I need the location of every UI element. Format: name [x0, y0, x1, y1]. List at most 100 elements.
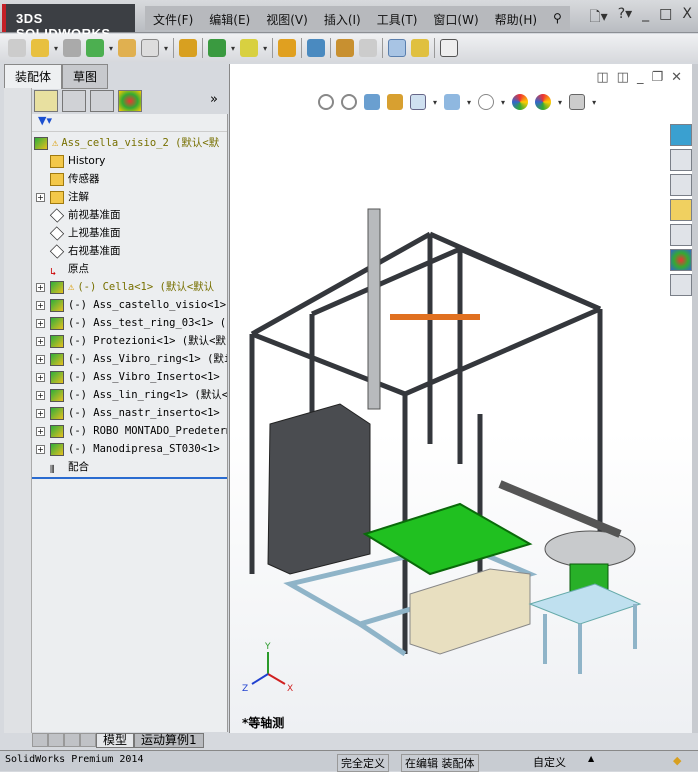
expand-toggle[interactable]: +	[36, 445, 45, 454]
property-manager-tab-icon[interactable]	[62, 90, 86, 112]
tree-item[interactable]: (-) Ass_test_ring_03<1> (	[50, 314, 226, 332]
svg-text:Y: Y	[264, 642, 271, 652]
expand-toggle[interactable]: +	[36, 355, 45, 364]
exploded-view-icon[interactable]	[336, 39, 355, 57]
mate-icon[interactable]	[63, 39, 82, 57]
menu-window[interactable]: 窗口(W)	[425, 6, 486, 30]
close-button[interactable]: X	[682, 6, 692, 30]
appearances-icon[interactable]	[670, 249, 692, 271]
last-tab-button[interactable]	[80, 733, 96, 747]
assembly-icon	[50, 334, 64, 348]
tree-item[interactable]: (-) Ass_Vibro_ring<1> (默i	[50, 350, 228, 368]
more-tabs-icon[interactable]: »	[210, 92, 218, 107]
expand-toggle[interactable]: +	[36, 283, 45, 292]
rollback-bar[interactable]	[32, 477, 227, 479]
left-icon-strip	[4, 88, 32, 733]
display-manager-tab-icon[interactable]	[118, 90, 142, 112]
vibro-bowl	[544, 530, 636, 568]
tree-item-label: 配合	[68, 461, 89, 473]
tree-item[interactable]: (-) Ass_Vibro_Inserto<1>	[50, 368, 220, 386]
instant3d-icon[interactable]	[388, 39, 407, 57]
assembly-features-icon[interactable]	[208, 39, 227, 57]
menu-view[interactable]: 视图(V)	[258, 6, 316, 30]
menu-edit[interactable]: 编辑(E)	[201, 6, 258, 30]
tag-icon[interactable]: ◆	[673, 754, 681, 767]
expand-toggle[interactable]: +	[36, 301, 45, 310]
pin-icon[interactable]: ⚲	[545, 6, 570, 30]
folder-icon[interactable]	[670, 199, 692, 221]
tab-model[interactable]: 模型	[96, 733, 135, 748]
definition-status: 完全定义	[337, 754, 389, 772]
view-orientation-label: *等轴测	[242, 716, 285, 730]
assembly-model[interactable]: Y X Z	[230, 64, 693, 733]
feature-manager-tab-icon[interactable]	[34, 90, 58, 112]
assembly-visualization-icon[interactable]	[440, 39, 459, 57]
help-icon[interactable]: ?▾	[618, 6, 632, 30]
solidworks-logo[interactable]: 3DS SOLIDWORKS	[2, 4, 135, 41]
tree-item[interactable]: (-) Manodipresa_ST030<1>	[50, 440, 220, 458]
file-explorer-icon[interactable]	[670, 174, 692, 196]
minimize-button[interactable]: _	[642, 6, 649, 30]
tree-item[interactable]: (-) Protezioni<1> (默认<默	[50, 332, 226, 350]
expand-toggle[interactable]: +	[36, 427, 45, 436]
reference-geometry-icon[interactable]	[240, 39, 259, 57]
solidworks-resources-icon[interactable]	[670, 124, 692, 146]
show-hidden-icon[interactable]	[179, 39, 198, 57]
expand-toggle[interactable]: +	[36, 391, 45, 400]
tree-item[interactable]: 上视基准面	[49, 224, 121, 242]
edit-component-icon[interactable]	[8, 39, 26, 57]
tree-item[interactable]: (-) Ass_lin_ring<1> (默认<	[50, 386, 227, 404]
expand-toggle[interactable]: +	[36, 337, 45, 346]
tree-item[interactable]: (-) ROBO MONTADO_Predeterm	[50, 422, 227, 440]
explode-line-icon[interactable]	[359, 39, 378, 57]
plane-icon	[49, 207, 65, 223]
maximize-button[interactable]: □	[659, 6, 672, 30]
units-selector[interactable]: 自定义	[533, 754, 566, 770]
vertical-scrollbar[interactable]	[692, 64, 698, 733]
beige-box	[409, 568, 531, 655]
tree-item[interactable]: (-) Ass_castello_visio<1>	[50, 296, 226, 314]
expand-toggle[interactable]: +	[36, 319, 45, 328]
design-library-icon[interactable]	[670, 149, 692, 171]
assembly-icon	[34, 136, 48, 150]
new-document-icon[interactable]: 🗋▾	[589, 6, 607, 30]
menu-file[interactable]: 文件(F)	[145, 6, 201, 30]
tree-item[interactable]: History	[50, 152, 105, 170]
interference-detection-icon[interactable]	[411, 39, 430, 57]
insert-component-icon[interactable]	[31, 39, 49, 57]
units-arrow-icon[interactable]: ▲	[588, 754, 594, 763]
tree-item[interactable]: 注解	[50, 188, 89, 206]
filter-icon[interactable]: ▼▾	[32, 114, 227, 132]
first-tab-button[interactable]	[32, 733, 48, 747]
tab-assembly[interactable]: 装配体	[4, 64, 63, 89]
tree-item[interactable]: 右视基准面	[49, 242, 121, 260]
configuration-manager-tab-icon[interactable]	[90, 90, 114, 112]
expand-toggle[interactable]: +	[36, 373, 45, 382]
expand-toggle[interactable]: +	[36, 409, 45, 418]
menu-help[interactable]: 帮助(H)	[487, 6, 545, 30]
tree-item[interactable]: ⫴ 配合	[50, 458, 89, 476]
tree-item[interactable]: ⚠ (-) Cella<1> (默认<默认	[50, 278, 214, 296]
new-motion-study-icon[interactable]	[278, 39, 297, 57]
graphics-area[interactable]: ◫ ◫ _ ❐ ✕ ▾ ▾ ▾ ▾ ▾ Y X Z *等轴测	[229, 64, 692, 733]
menu-insert[interactable]: 插入(I)	[316, 6, 369, 30]
tree-item-label: (-) Ass_nastr_inserto<1>	[68, 407, 220, 419]
tab-sketch[interactable]: 草图	[62, 64, 109, 89]
prev-tab-button[interactable]	[48, 733, 64, 747]
tree-item-label: (-) Ass_Vibro_ring<1> (默i	[68, 353, 228, 365]
custom-properties-icon[interactable]	[670, 274, 692, 296]
bill-of-materials-icon[interactable]	[307, 39, 326, 57]
expand-toggle[interactable]: +	[36, 193, 45, 202]
tree-item[interactable]: 前视基准面	[49, 206, 121, 224]
tree-root[interactable]: ⚠ Ass_cella_visio_2 (默认<默	[34, 134, 219, 152]
menu-tools[interactable]: 工具(T)	[369, 6, 426, 30]
tree-item[interactable]: 传感器	[50, 170, 100, 188]
tree-item[interactable]: (-) Ass_nastr_inserto<1>	[50, 404, 220, 422]
smart-fasteners-icon[interactable]	[118, 39, 137, 57]
tab-motion-study[interactable]: 运动算例1	[134, 733, 204, 748]
tree-item[interactable]: ↳ 原点	[50, 260, 89, 278]
next-tab-button[interactable]	[64, 733, 80, 747]
linear-pattern-icon[interactable]	[86, 39, 105, 57]
move-component-icon[interactable]	[141, 39, 160, 57]
view-palette-icon[interactable]	[670, 224, 692, 246]
